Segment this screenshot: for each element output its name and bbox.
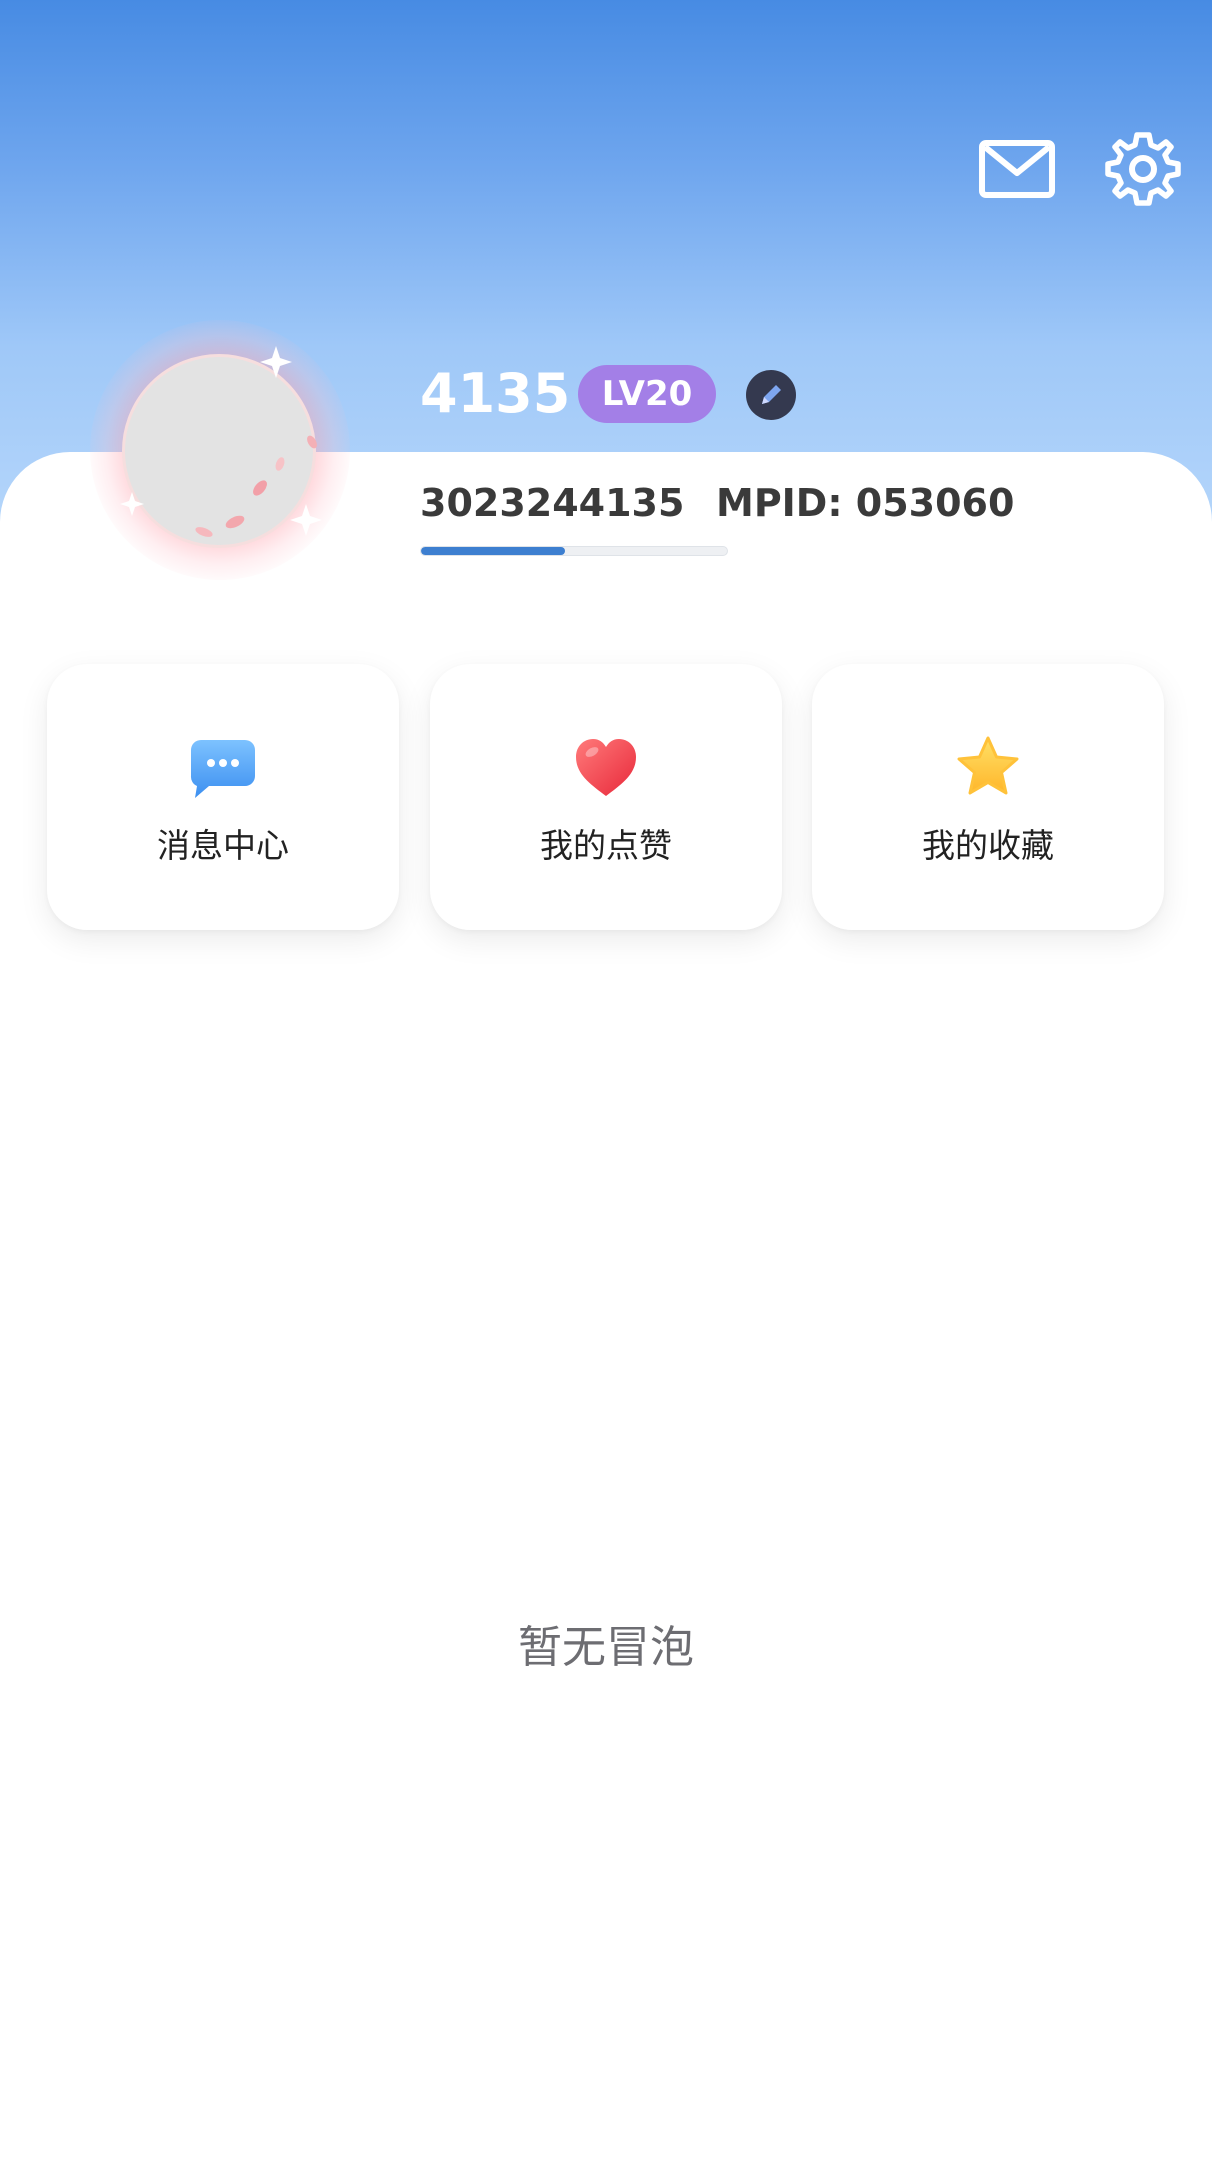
level-badge: LV20 xyxy=(578,365,716,423)
card-label: 消息中心 xyxy=(157,826,289,865)
avatar[interactable] xyxy=(122,354,316,548)
empty-state-text: 暂无冒泡 xyxy=(518,1622,694,1673)
star-icon xyxy=(957,736,1019,795)
username: 4135 xyxy=(420,362,571,425)
level-progress-bar xyxy=(420,546,728,556)
gear-icon[interactable] xyxy=(1102,128,1184,210)
level-progress-fill xyxy=(421,547,565,555)
heart-icon xyxy=(576,739,636,796)
user-id: 3023244135 xyxy=(420,481,685,525)
mpid: MPID: 053060 xyxy=(716,481,1015,525)
pencil-icon xyxy=(762,385,781,404)
card-label: 我的点赞 xyxy=(540,826,672,865)
chat-bubble-icon xyxy=(190,740,255,798)
my-likes-card[interactable]: 我的点赞 xyxy=(430,664,782,930)
my-favorites-card[interactable]: 我的收藏 xyxy=(812,664,1164,930)
mail-icon[interactable] xyxy=(976,128,1058,210)
card-label: 我的收藏 xyxy=(922,826,1054,865)
message-center-card[interactable]: 消息中心 xyxy=(47,664,399,930)
edit-profile-button[interactable] xyxy=(746,370,796,420)
